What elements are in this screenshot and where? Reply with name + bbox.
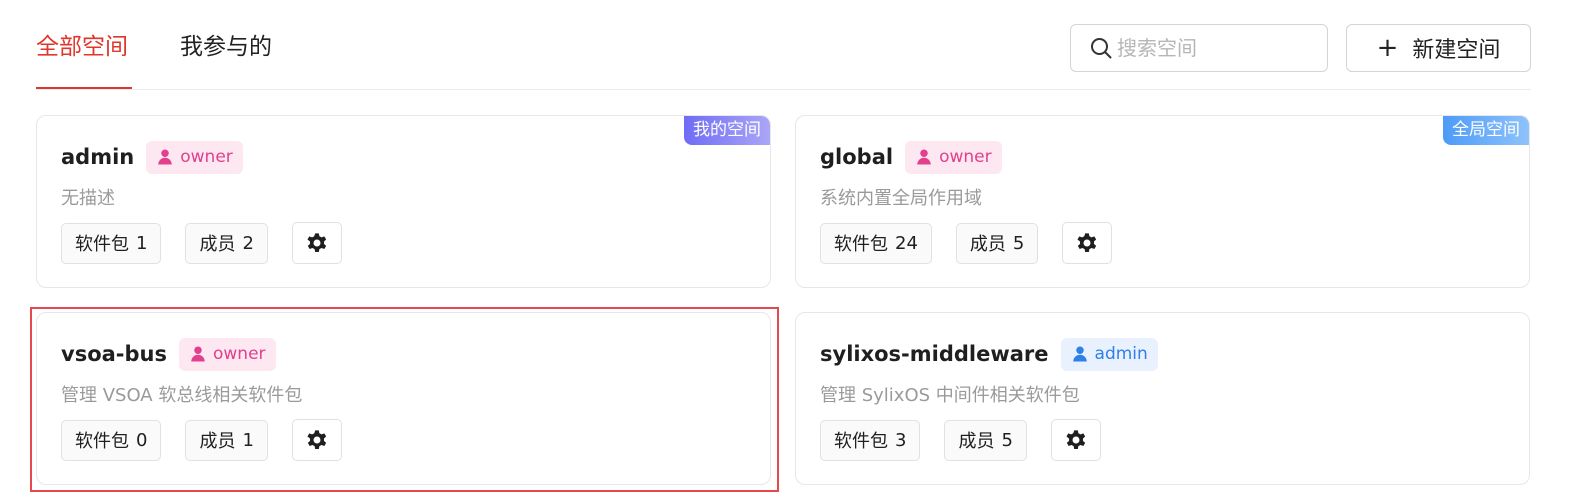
settings-button[interactable] [1062, 222, 1113, 264]
packages-count: 24 [895, 232, 918, 254]
members-label: 成员 [969, 234, 1006, 255]
role-badge: owner [905, 140, 1002, 174]
search-input[interactable] [1117, 36, 1307, 60]
gear-icon [307, 430, 327, 449]
packages-count-button[interactable]: 软件包 3 [820, 419, 921, 461]
header-divider [36, 89, 1531, 90]
members-label: 成员 [199, 234, 236, 255]
plus-icon: + [1376, 33, 1399, 63]
space-name[interactable]: sylixos-middleware [820, 342, 1049, 366]
global-space-badge: 全局空间 [1443, 116, 1529, 145]
members-count-button[interactable]: 成员 5 [944, 419, 1027, 461]
card-actions: 软件包 24 成员 5 [820, 222, 1113, 264]
my-space-badge: 我的空间 [684, 116, 770, 145]
tab-joined-spaces[interactable]: 我参与的 [180, 30, 272, 64]
gear-icon [1077, 233, 1097, 252]
settings-button[interactable] [1050, 419, 1101, 461]
members-count: 5 [1001, 429, 1013, 451]
packages-count-button[interactable]: 软件包 1 [61, 222, 162, 264]
packages-label: 软件包 [75, 431, 129, 452]
person-icon [191, 346, 205, 362]
role-badge: owner [178, 337, 276, 371]
members-count-button[interactable]: 成员 2 [185, 222, 268, 264]
space-card[interactable]: vsoa-bus owner 管理 VSOA 软总线相关软件包 软件包 0 成员… [36, 312, 771, 485]
card-actions: 软件包 3 成员 5 [820, 419, 1101, 461]
packages-count: 3 [895, 429, 907, 451]
members-label: 成员 [958, 431, 995, 452]
gear-icon [1066, 430, 1086, 449]
role-badge: owner [146, 140, 243, 174]
new-space-label: 新建空间 [1412, 38, 1501, 63]
card-actions: 软件包 1 成员 2 [61, 222, 342, 264]
members-label: 成员 [199, 431, 236, 452]
space-card[interactable]: sylixos-middleware admin 管理 SylixOS 中间件相… [795, 312, 1530, 485]
space-description: 系统内置全局作用域 [820, 188, 982, 209]
card-header: vsoa-bus owner [61, 337, 276, 371]
role-label: owner [180, 147, 233, 167]
packages-label: 软件包 [834, 234, 888, 255]
new-space-button[interactable]: + 新建空间 [1346, 24, 1531, 72]
role-label: admin [1094, 344, 1148, 364]
settings-button[interactable] [291, 222, 342, 264]
search-box[interactable] [1070, 24, 1328, 72]
members-count: 5 [1012, 232, 1025, 254]
person-icon [917, 149, 931, 165]
packages-count-button[interactable]: 软件包 24 [820, 222, 932, 264]
tab-all-spaces[interactable]: 全部空间 [36, 30, 128, 64]
role-label: owner [939, 147, 992, 167]
space-name[interactable]: global [820, 145, 893, 169]
role-badge: admin [1060, 337, 1158, 371]
packages-count: 1 [136, 232, 148, 254]
packages-label: 软件包 [834, 431, 888, 452]
space-description: 管理 VSOA 软总线相关软件包 [61, 385, 303, 406]
card-actions: 软件包 0 成员 1 [61, 419, 342, 461]
members-count: 1 [242, 429, 254, 451]
card-header: admin owner [61, 140, 243, 174]
packages-count: 0 [136, 429, 148, 451]
space-name[interactable]: vsoa-bus [61, 342, 167, 366]
search-icon [1091, 38, 1112, 59]
space-description: 无描述 [61, 188, 115, 209]
person-icon [158, 149, 172, 165]
settings-button[interactable] [291, 419, 342, 461]
space-description: 管理 SylixOS 中间件相关软件包 [820, 385, 1080, 406]
role-label: owner [212, 344, 266, 364]
packages-count-button[interactable]: 软件包 0 [61, 419, 162, 461]
space-name[interactable]: admin [61, 145, 134, 169]
card-header: global owner [820, 140, 1002, 174]
members-count: 2 [242, 232, 254, 254]
members-count-button[interactable]: 成员 5 [955, 222, 1039, 264]
space-card[interactable]: 全局空间 global owner 系统内置全局作用域 软件包 24 成员 5 [795, 115, 1530, 288]
space-card[interactable]: 我的空间 admin owner 无描述 软件包 1 成员 2 [36, 115, 771, 288]
card-header: sylixos-middleware admin [820, 337, 1158, 371]
gear-icon [307, 233, 327, 252]
person-icon [1072, 346, 1087, 362]
members-count-button[interactable]: 成员 1 [185, 419, 268, 461]
packages-label: 软件包 [75, 234, 129, 255]
